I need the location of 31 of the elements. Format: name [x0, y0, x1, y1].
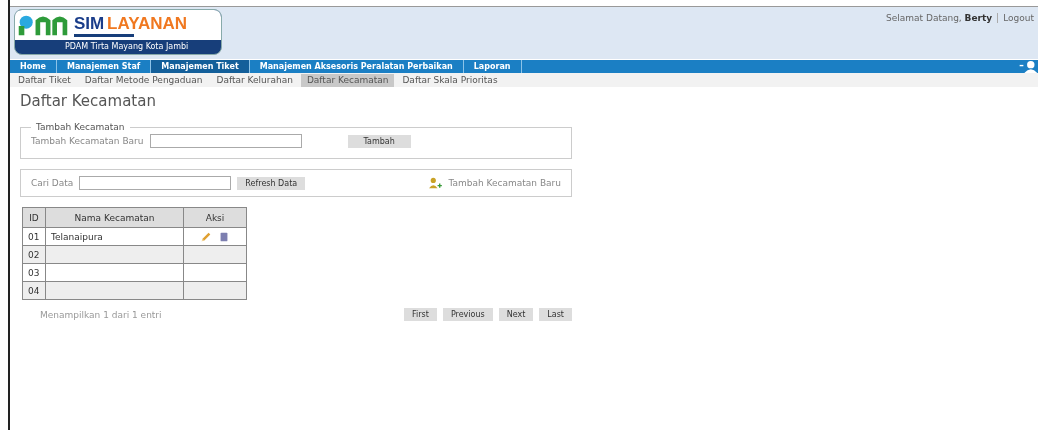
pager-button[interactable]: Next [498, 308, 534, 321]
input-field[interactable] [149, 134, 302, 148]
subnav-tab[interactable]: Daftar Kelurahan [210, 73, 299, 87]
subnav-tab[interactable]: Daftar Kecamatan [300, 73, 395, 87]
refresh-button[interactable]: Refresh Data [237, 176, 306, 190]
pager-button[interactable]: Last [539, 308, 572, 321]
pager-button[interactable]: First [404, 308, 437, 321]
field-label: Tambah Kecamatan Baru [31, 136, 144, 146]
add-button[interactable]: Tambah [347, 134, 411, 148]
nav-tab[interactable]: Manajemen Tiket [151, 60, 250, 73]
subnav-tab[interactable]: Daftar Tiket [12, 73, 77, 87]
search-field[interactable] [79, 176, 232, 190]
pencil-icon[interactable] [200, 230, 212, 243]
add-link[interactable]: Tambah Kecamatan Baru [448, 178, 561, 188]
delete-icon[interactable] [218, 230, 230, 243]
logout-link[interactable]: Logout [1003, 13, 1034, 51]
logo-subtitle: PDAM Tirta Mayang Kota Jambi [64, 41, 190, 51]
subnav-tab[interactable]: Daftar Metode Pengaduan [78, 73, 209, 87]
column-header: Nama Kecamatan [45, 207, 184, 228]
user-icon[interactable] [1018, 60, 1038, 73]
welcome-text: Selamat Datang, Berty [886, 13, 993, 25]
logo-title: SIM LAYANAN [74, 13, 188, 34]
field-label: Cari Data [31, 178, 74, 188]
panel-legend: Tambah Kecamatan [31, 122, 130, 132]
pager-button[interactable]: Previous [442, 308, 493, 321]
page-title: Daftar Kecamatan [20, 92, 157, 110]
column-header: ID [22, 207, 46, 228]
column-header: Aksi [183, 207, 247, 228]
subnav-tab[interactable]: Daftar Skala Prioritas [396, 73, 504, 87]
add-user-icon [428, 177, 443, 189]
entries-info: Menampilkan 1 dari 1 entri [39, 309, 162, 320]
